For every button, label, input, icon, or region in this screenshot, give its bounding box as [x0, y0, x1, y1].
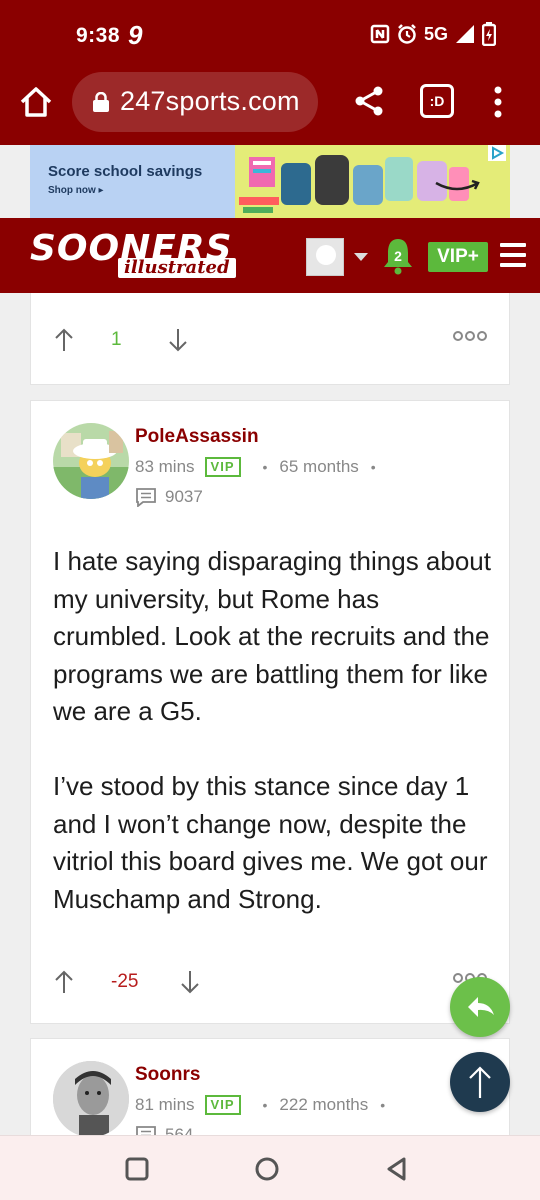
status-bar: 9:38 9 5G	[0, 0, 540, 70]
chevron-down-icon[interactable]	[354, 253, 368, 261]
member-tenure: 65 months	[279, 457, 359, 476]
ad-banner[interactable]: Score school savings Shop now ▸	[30, 145, 510, 218]
status-time: 9:38	[76, 24, 121, 47]
notification-count: 2	[394, 248, 402, 264]
vote-count: -25	[111, 971, 139, 992]
network-type: 5G	[423, 23, 448, 44]
system-nav-bar	[0, 1135, 540, 1200]
signal-icon	[456, 25, 474, 43]
downvote-arrow-icon[interactable]	[179, 969, 201, 995]
recent-apps-icon[interactable]	[124, 1156, 150, 1182]
alarm-icon	[398, 24, 416, 44]
post-card: PoleAssassin 83 mins VIP • 65 months • 9…	[30, 400, 510, 1024]
back-triangle-icon[interactable]	[384, 1156, 410, 1182]
downvote-arrow-icon[interactable]	[167, 327, 189, 353]
vip-badge: VIP	[204, 1095, 241, 1115]
url-text: 247sports.com	[120, 86, 300, 116]
reply-icon	[468, 997, 494, 1017]
browser-toolbar: 247sports.com :D	[0, 70, 540, 145]
status-icons: 5G	[370, 22, 496, 46]
user-avatar[interactable]	[306, 238, 344, 276]
more-options-icon[interactable]	[453, 331, 487, 341]
post-username[interactable]: Soonrs	[135, 1064, 200, 1086]
separator-dot: •	[262, 459, 268, 475]
ad-cta[interactable]: Shop now ▸	[48, 185, 104, 196]
overflow-menu-icon[interactable]	[486, 84, 510, 120]
avatar[interactable]	[53, 423, 129, 499]
upvote-arrow-icon[interactable]	[53, 969, 75, 995]
carrier-glyph: 9	[128, 20, 143, 50]
battery-icon	[482, 22, 496, 46]
lock-icon	[93, 92, 109, 112]
site-header: SOONERS illustrated 2 VIP+	[0, 218, 540, 293]
post-count-line: 9037	[135, 487, 203, 507]
post-paragraph: I hate saying disparaging things about m…	[53, 546, 491, 726]
ad-title: Score school savings	[48, 163, 203, 180]
separator-dot: •	[380, 1097, 386, 1113]
post-username[interactable]: PoleAssassin	[135, 426, 259, 448]
amazon-smile-icon	[435, 179, 480, 191]
post-time: 83 mins	[135, 457, 195, 476]
post-paragraph: I’ve stood by this stance since day 1 an…	[53, 771, 488, 914]
vote-count: 1	[111, 329, 122, 350]
ad-text-panel: Score school savings Shop now ▸	[30, 145, 235, 218]
post-meta: 83 mins VIP • 65 months •	[135, 457, 388, 477]
member-tenure: 222 months	[279, 1095, 369, 1114]
address-bar[interactable]: 247sports.com	[72, 72, 318, 132]
post-time: 81 mins	[135, 1095, 195, 1114]
vip-plus-button[interactable]: VIP+	[428, 242, 488, 272]
nfc-icon	[370, 24, 390, 44]
reply-button[interactable]	[450, 977, 510, 1037]
post-meta: 81 mins VIP • 222 months •	[135, 1095, 397, 1115]
adchoices-icon[interactable]	[488, 145, 506, 161]
notifications-button[interactable]: 2	[380, 236, 416, 276]
post-count: 9037	[165, 487, 203, 506]
post-card: 1	[30, 293, 510, 385]
tab-switcher-button[interactable]: :D	[420, 84, 454, 118]
share-icon[interactable]	[352, 84, 386, 118]
hamburger-menu-icon[interactable]	[500, 243, 526, 267]
home-circle-icon[interactable]	[254, 1156, 280, 1182]
vote-row: 1	[31, 319, 511, 359]
vip-badge: VIP	[204, 457, 241, 477]
arrow-up-icon	[469, 1066, 491, 1098]
home-icon[interactable]	[18, 84, 54, 120]
site-logo-subtitle: illustrated	[118, 258, 236, 278]
vote-row: -25	[31, 961, 511, 1001]
scroll-to-top-button[interactable]	[450, 1052, 510, 1112]
separator-dot: •	[262, 1097, 268, 1113]
comment-icon	[136, 488, 156, 507]
separator-dot: •	[370, 459, 376, 475]
upvote-arrow-icon[interactable]	[53, 327, 75, 353]
avatar[interactable]	[53, 1061, 129, 1137]
post-body: I hate saying disparaging things about m…	[53, 543, 499, 956]
